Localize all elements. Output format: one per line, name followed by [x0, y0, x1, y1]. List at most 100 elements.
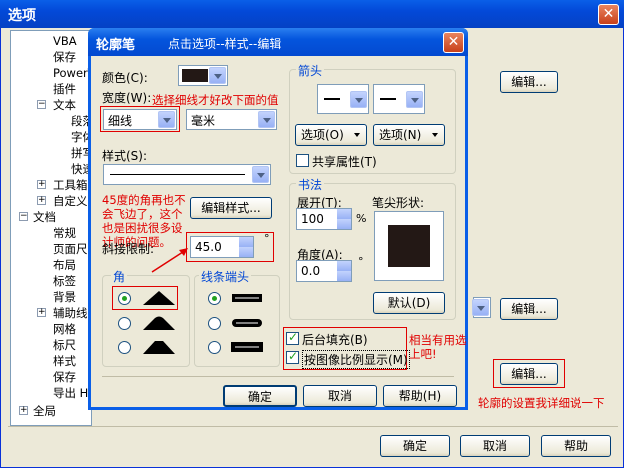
tree-item[interactable]: VBA [53, 33, 77, 49]
cap-square-radio[interactable] [208, 341, 221, 354]
miter-input[interactable]: 45.0 [190, 236, 254, 258]
dialog-ok-button[interactable]: 确定 [223, 385, 297, 407]
nib-preview[interactable] [374, 211, 444, 281]
corner-bevel-radio[interactable] [118, 341, 131, 354]
color-swatch [182, 69, 208, 82]
tree-item[interactable]: 文档 [33, 209, 56, 225]
nib-shape [388, 225, 430, 267]
tree-item[interactable]: 常规 [53, 225, 76, 241]
style-select[interactable] [103, 164, 271, 185]
bevel-corner-icon [143, 341, 175, 354]
outline-note: 轮廓的设置我详细说一下 [478, 396, 605, 410]
stretch-value: 100 [301, 212, 324, 226]
behind-fill-checkbox[interactable] [286, 330, 299, 345]
cancel-button[interactable]: 取消 [460, 435, 530, 457]
end-arrow-select[interactable] [373, 84, 425, 114]
behind-fill-label: 后台填充(B) [302, 333, 368, 347]
cap-round-radio[interactable] [208, 317, 221, 330]
width-label: 宽度(W): [102, 91, 152, 105]
corner-miter-radio[interactable] [118, 292, 131, 305]
color-picker[interactable] [178, 65, 228, 86]
line-preview [380, 98, 396, 100]
end-options-button[interactable]: 选项(N) [373, 124, 445, 146]
expand-icon[interactable]: + [37, 308, 46, 317]
spin-down-icon[interactable] [337, 271, 351, 281]
help-button[interactable]: 帮助 [541, 435, 611, 457]
line-preview [324, 98, 340, 100]
stretch-input[interactable]: 100 [296, 208, 352, 230]
tree-item[interactable]: 背景 [53, 289, 76, 305]
close-icon[interactable]: ✕ [598, 4, 619, 25]
dialog-cancel-button[interactable]: 取消 [303, 385, 377, 407]
angle-input[interactable]: 0.0 [296, 260, 352, 282]
tree-item[interactable]: 布局 [53, 257, 76, 273]
expand-icon[interactable]: + [37, 180, 46, 189]
options-label: 选项(N) [379, 128, 422, 142]
collapse-icon[interactable]: − [37, 100, 46, 109]
tree-item[interactable]: PowerT [53, 65, 91, 81]
spin-up-icon[interactable] [239, 237, 253, 247]
options-title: 选项 [0, 0, 624, 28]
width-note: 选择细线才好改下面的值 [152, 93, 279, 107]
tree-item[interactable]: 保存 [53, 49, 76, 65]
tree-item[interactable]: 辅助线 [53, 305, 88, 321]
square-cap-icon [231, 342, 263, 352]
scale-with-image-checkbox[interactable] [286, 349, 299, 364]
start-arrow-select[interactable] [317, 84, 369, 114]
calligraphy-label: 书法 [296, 176, 325, 193]
spin-down-icon[interactable] [239, 247, 253, 257]
degree-symbol: ° [358, 255, 364, 268]
expand-icon[interactable]: + [37, 196, 46, 205]
unit-select[interactable]: 毫米 [186, 109, 277, 130]
options-label: 选项(O) [301, 128, 344, 142]
dialog-help-button[interactable]: 帮助(H) [383, 385, 457, 407]
close-icon[interactable]: ✕ [443, 32, 464, 53]
spin-up-icon[interactable] [337, 209, 351, 219]
share-attr-checkbox[interactable] [296, 154, 309, 167]
edit-button[interactable]: 编辑... [500, 71, 558, 93]
dialog-subtitle: 点击选项--样式--编辑 [168, 37, 282, 51]
width-select[interactable]: 细线 [103, 109, 177, 130]
tree-item[interactable]: 全局 [33, 403, 56, 419]
tree-item[interactable]: 标尺 [53, 337, 76, 353]
width-value: 细线 [108, 114, 133, 128]
dropdown[interactable] [472, 297, 491, 318]
tree-item[interactable]: 文本 [53, 97, 76, 113]
collapse-icon[interactable]: − [19, 212, 28, 221]
nib-label: 笔尖形状: [372, 196, 425, 210]
start-options-button[interactable]: 选项(O) [295, 124, 367, 146]
dropdown-arrow-icon [354, 133, 360, 137]
edit-button[interactable]: 编辑... [500, 298, 558, 320]
tree-item[interactable]: 导出 H [53, 385, 88, 401]
options-tree[interactable]: VBA 保存 PowerT 插件 − 文本 段落 字体 拼写 快速 + 工具箱 … [10, 30, 92, 426]
miter-value: 45.0 [195, 240, 222, 254]
color-label: 颜色(C): [102, 71, 148, 85]
share-attr-label: 共享属性(T) [312, 155, 377, 169]
expand-icon[interactable]: + [19, 406, 28, 415]
cap-butt-radio[interactable] [208, 292, 221, 305]
tree-item[interactable]: 样式 [53, 353, 76, 369]
tree-item[interactable]: 自定义 [53, 193, 88, 209]
unit-value: 毫米 [191, 114, 216, 128]
edit-button[interactable]: 编辑... [500, 363, 558, 385]
degree-symbol: ° [264, 232, 270, 245]
divider [102, 376, 454, 377]
default-button[interactable]: 默认(D) [373, 292, 445, 314]
corner-round-radio[interactable] [118, 317, 131, 330]
miter-label: 斜接限制: [102, 242, 155, 256]
tree-item[interactable]: 页面尺 [53, 241, 88, 257]
spin-up-icon[interactable] [337, 261, 351, 271]
tree-item[interactable]: 保存 [53, 369, 76, 385]
round-cap-icon [232, 319, 262, 327]
edit-style-button[interactable]: 编辑样式... [190, 197, 272, 219]
miter-corner-icon [143, 291, 175, 305]
tree-item[interactable]: 工具箱 [53, 177, 88, 193]
tree-item[interactable]: 网格 [53, 321, 76, 337]
line-style-preview [110, 174, 245, 175]
style-label: 样式(S): [102, 149, 148, 163]
ok-button[interactable]: 确定 [380, 435, 450, 457]
tree-item[interactable]: 标签 [53, 273, 76, 289]
spin-down-icon[interactable] [337, 219, 351, 229]
tree-item[interactable]: 插件 [53, 81, 76, 97]
butt-cap-icon [232, 294, 262, 302]
